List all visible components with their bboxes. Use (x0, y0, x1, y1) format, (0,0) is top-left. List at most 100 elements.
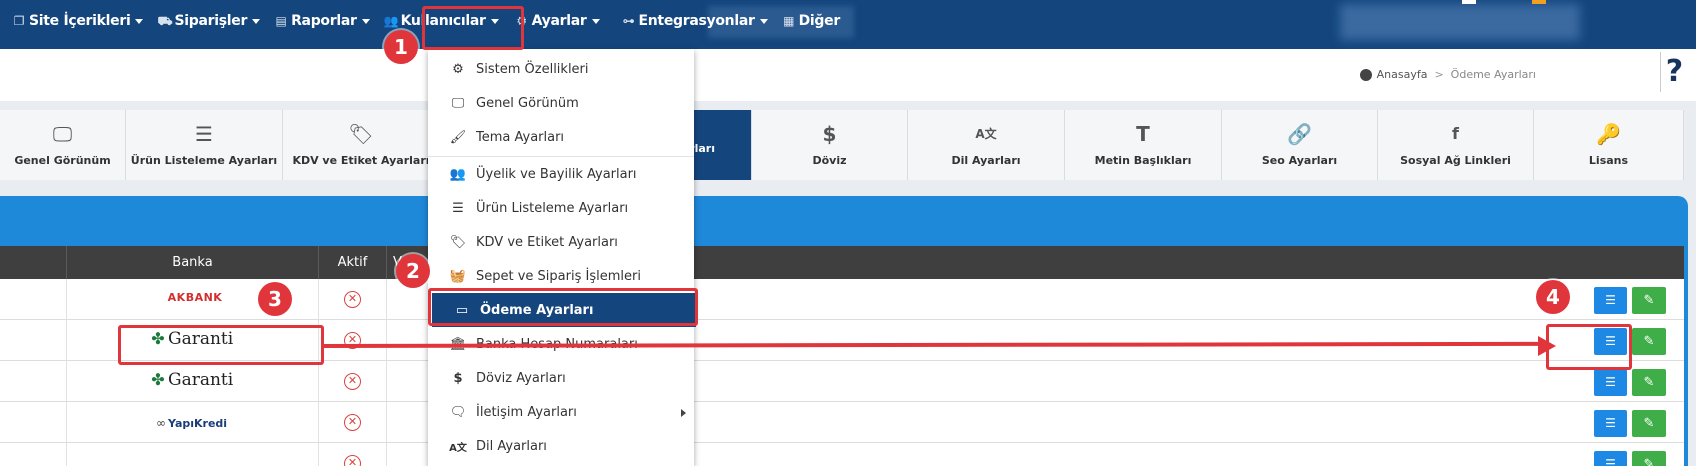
top-navbar: ❐ Site İçerikleri ⛟ Siparişler ▤ Raporla… (0, 0, 1696, 49)
tab-dil-ayarlari[interactable]: A文 Dil Ayarları (908, 110, 1065, 180)
cogs-icon: ⚙ (452, 61, 464, 77)
help-icon[interactable]: ? (1660, 52, 1688, 92)
step-badge-2: 2 (396, 254, 430, 288)
step-badge-1: 1 (384, 30, 418, 64)
panel-header (0, 196, 1688, 246)
annotation-arrowhead (1538, 336, 1556, 356)
yapikredi-mark-icon: ∞ (156, 416, 166, 430)
top-indicator (1462, 0, 1476, 4)
menu-tema-ayarlari[interactable]: 🖌 Tema Ayarları (428, 120, 694, 154)
monitor-icon: 🖵 (451, 95, 465, 111)
users-icon: 👥 (449, 166, 467, 182)
tab-doviz[interactable]: $ Döviz (752, 110, 908, 180)
tags-icon: 🏷 (348, 122, 374, 146)
language-icon: A文 (975, 127, 997, 141)
akbank-logo: AKBANK (167, 291, 223, 304)
breadcrumb-home[interactable]: Anasayfa (1377, 68, 1428, 81)
caret-down-icon (252, 18, 261, 24)
step-badge-3: 3 (258, 282, 292, 316)
step-badge-4: 4 (1536, 280, 1570, 314)
menu-urun-listeleme[interactable]: ☰ Ürün Listeleme Ayarları (428, 191, 694, 225)
tags-icon: 🏷 (449, 234, 467, 250)
table-header: Banka Aktif V (0, 246, 1684, 279)
breadcrumb-separator: > (1434, 68, 1444, 81)
comments-icon: 🗨 (449, 404, 467, 420)
edit-button[interactable]: ✎ (1632, 410, 1666, 437)
settings-button[interactable]: ☰ (1594, 369, 1627, 396)
table-row: AKBANK ✕ ☰ ✎ (0, 279, 1684, 320)
tab-seo-ayarlari[interactable]: 🔗 Seo Ayarları (1222, 110, 1378, 180)
inactive-icon[interactable]: ✕ (344, 291, 361, 308)
app-root: ❐ Site İçerikleri ⛟ Siparişler ▤ Raporla… (0, 0, 1696, 466)
inactive-icon[interactable]: ✕ (344, 455, 361, 466)
list-icon: ☰ (452, 200, 464, 216)
nav-diger[interactable]: ▦ Diğer (776, 13, 848, 29)
table-row: ✤ Garanti ✕ ☰ ✎ (0, 361, 1684, 402)
dollar-icon: $ (822, 122, 837, 146)
language-icon: A文 (449, 442, 467, 454)
copy-icon: ❐ (13, 13, 25, 28)
dashboard-icon (1359, 68, 1372, 81)
edit-button[interactable]: ✎ (1632, 287, 1666, 314)
edit-button[interactable]: ✎ (1632, 328, 1666, 355)
menu-dil-ayarlari[interactable]: A文 Dil Ayarları (428, 429, 694, 463)
menu-uyelik-bayilik[interactable]: 👥 Üyelik ve Bayilik Ayarları (428, 157, 694, 191)
nav-site-icerikleri[interactable]: ❐ Site İçerikleri (0, 13, 151, 29)
basket-icon: 🧺 (449, 268, 467, 284)
users-icon: 👥 (383, 13, 399, 28)
settings-button[interactable]: ☰ (1594, 287, 1627, 314)
yapikredi-logo: ∞ YapıKredi (156, 416, 228, 430)
tab-kdv-etiket[interactable]: 🏷 KDV ve Etiket Ayarları (283, 110, 440, 180)
nav-siparisler[interactable]: ⛟ Siparişler (151, 13, 268, 29)
file-icon: ▤ (275, 13, 287, 28)
submenu-arrow-icon (681, 409, 686, 417)
settings-tabs: 🖵 Genel Görünüm ☰ Ürün Listeleme Ayarlar… (0, 110, 1696, 180)
redacted-user-area (1340, 4, 1580, 40)
settings-button[interactable]: ☰ (1594, 410, 1627, 437)
edit-button[interactable]: ✎ (1632, 369, 1666, 396)
link-icon: 🔗 (1287, 122, 1312, 146)
menu-iletisim-ayarlari[interactable]: 🗨 İletişim Ayarları (428, 395, 694, 429)
inactive-icon[interactable]: ✕ (344, 373, 361, 390)
tab-genel-gorunum[interactable]: 🖵 Genel Görünüm (0, 110, 126, 180)
key-icon: 🔑 (1596, 122, 1621, 146)
menu-genel-gorunum[interactable]: 🖵 Genel Görünüm (428, 86, 694, 120)
th-blank (0, 246, 67, 279)
th-banka[interactable]: Banka (67, 246, 319, 279)
table-row: ✕ ☰ ✎ (0, 443, 1684, 466)
nav-entegrasyonlar[interactable]: ⊶ Entegrasyonlar (608, 13, 776, 29)
inactive-icon[interactable]: ✕ (344, 414, 361, 431)
list-icon: ☰ (195, 122, 213, 146)
monitor-icon: 🖵 (52, 122, 73, 146)
tab-sosyal-ag[interactable]: f Sosyal Ağ Linkleri (1378, 110, 1534, 180)
tab-urun-listeleme[interactable]: ☰ Ürün Listeleme Ayarları (126, 110, 283, 180)
caret-down-icon (759, 18, 768, 24)
truck-icon: ⛟ (157, 13, 173, 28)
ayarlar-dropdown: ⚙ Sistem Özellikleri 🖵 Genel Görünüm 🖌 Tema… (428, 49, 696, 466)
breadcrumb-current: Ödeme Ayarları (1450, 68, 1536, 81)
settings-button[interactable]: ☰ (1594, 451, 1627, 466)
tab-metin-basliklari[interactable]: T Metin Başlıkları (1065, 110, 1222, 180)
table-row: ∞ YapıKredi ✕ ☰ ✎ (0, 402, 1684, 443)
highlight-ayarlar (422, 6, 524, 50)
caret-down-icon (591, 18, 600, 24)
edit-button[interactable]: ✎ (1632, 451, 1666, 466)
dollar-icon: $ (453, 370, 463, 386)
highlight-settings-button (1546, 324, 1632, 370)
panel-border (1684, 246, 1688, 466)
tab-lisans[interactable]: 🔑 Lisans (1534, 110, 1684, 180)
menu-doviz-ayarlari[interactable]: $ Döviz Ayarları (428, 361, 694, 395)
brush-icon: 🖌 (449, 129, 467, 145)
breadcrumb: Anasayfa > Ödeme Ayarları (1359, 68, 1536, 81)
th-aktif[interactable]: Aktif (319, 246, 387, 279)
caret-down-icon (135, 18, 144, 24)
top-indicator-orange (1532, 0, 1546, 4)
menu-kdv-etiket[interactable]: 🏷 KDV ve Etiket Ayarları (428, 225, 694, 259)
bank-logo-yellow (204, 453, 218, 466)
highlight-odeme-ayarlari (428, 288, 698, 326)
menu-sistem-ozellikleri[interactable]: ⚙ Sistem Özellikleri (428, 52, 694, 86)
caret-down-icon (361, 18, 370, 24)
nav-raporlar[interactable]: ▤ Raporlar (268, 13, 378, 29)
highlight-garanti (118, 325, 324, 365)
text-height-icon: T (1136, 122, 1150, 146)
